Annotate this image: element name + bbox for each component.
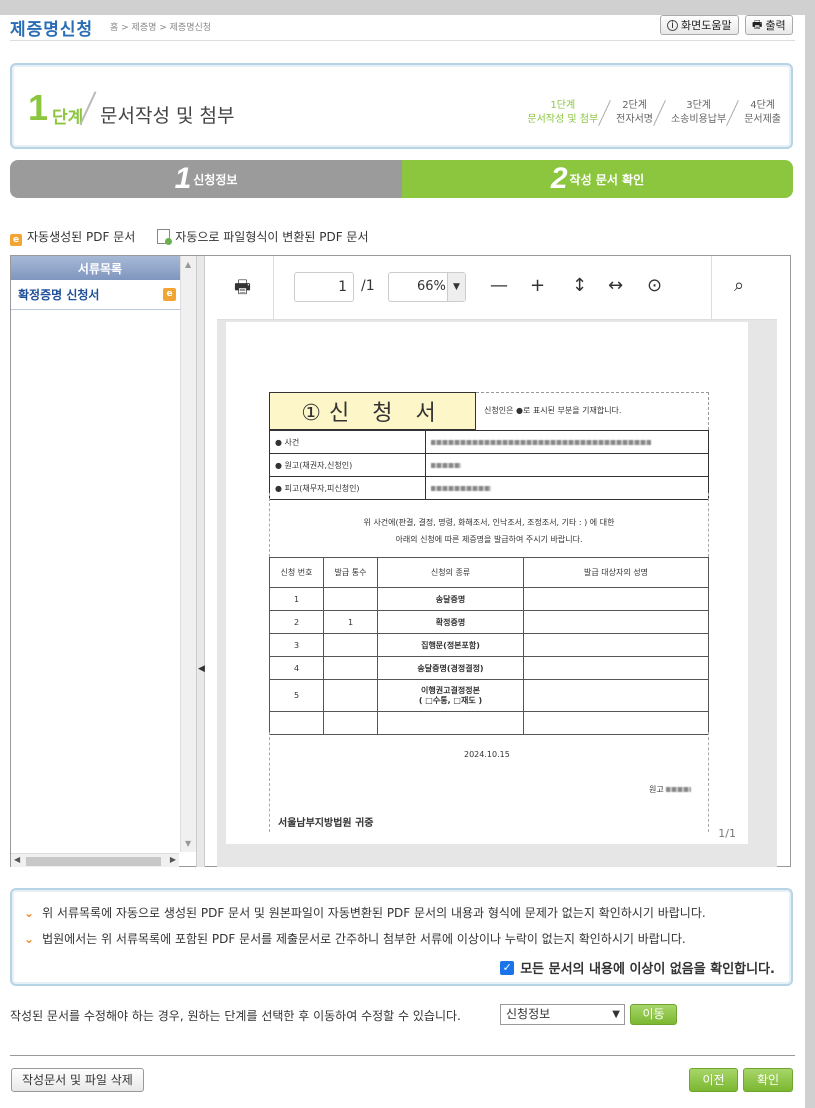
- document-list-hscroll[interactable]: ◀ ▶: [11, 853, 179, 867]
- table-row: 3 집행문(정본포함): [269, 633, 709, 657]
- notice-line-1: 위 서류목록에 자동으로 생성된 PDF 문서 및 원본파일이 자동변환된 PD…: [24, 904, 706, 921]
- page-count: /1: [361, 278, 375, 294]
- help-label: 화면도움말: [681, 19, 732, 32]
- document-viewer: 서류목록 확정증명 신청서 e ▲ ▼ ◀ ▶ ◀ 🖶 1 /1 66% ▼ —…: [10, 255, 791, 867]
- form-paragraph: 위 사건에(판결, 결정, 명령, 화해조서, 인낙조서, 조정조서, 기타 :…: [363, 518, 615, 544]
- panel-splitter[interactable]: ◀: [196, 256, 205, 867]
- step-dan: 단계: [52, 108, 84, 128]
- scroll-down-icon: ▼: [185, 839, 192, 848]
- legend-converted-pdf: 자동으로 파일형식이 변환된 PDF 문서: [157, 228, 369, 246]
- edit-instruction: 작성된 문서를 수정해야 하는 경우, 원하는 단계를 선택한 후 이동하여 수…: [10, 1009, 461, 1023]
- page-number-input[interactable]: 1: [294, 272, 354, 302]
- request-table: 신청 번호 발급 통수 신청의 종류 발급 대상자의 성명 1 송달증명 2 1 확정…: [269, 557, 709, 735]
- form-court: 서울남부지방법원 귀중: [278, 818, 374, 829]
- legend: e 자동생성된 PDF 문서 자동으로 파일형식이 변환된 PDF 문서: [10, 228, 369, 246]
- help-button[interactable]: i 화면도움말: [660, 15, 739, 35]
- delete-button[interactable]: 작성문서 및 파일 삭제: [11, 1068, 144, 1092]
- form-note: 신청인은 ●로 표시된 부분을 기재합니다.: [484, 406, 622, 415]
- confirm-checkbox[interactable]: ✓ 모든 문서의 내용에 이상이 없음을 확인합니다.: [500, 958, 775, 977]
- tab-application-info[interactable]: 1 신청정보: [10, 160, 402, 198]
- scroll-right-icon: ▶: [169, 855, 176, 864]
- print-button[interactable]: 🖶 출력: [745, 15, 793, 35]
- auto-pdf-icon: e: [163, 288, 176, 301]
- notice-line-2: 법원에서는 위 서류목록에 포함된 PDF 문서를 제출문서로 간주하니 첨부한…: [24, 930, 686, 947]
- more-options-icon[interactable]: ⊙: [647, 275, 662, 296]
- scroll-left-icon: ◀: [14, 855, 21, 864]
- form-info-table: ● 사건 ● 원고(채권자,신청인) ● 피고(채무자,피신청인): [269, 430, 709, 500]
- table-row: 5 이행권고결정정본 ( □수통, □재도 ): [269, 679, 709, 712]
- zoom-in-icon[interactable]: +: [530, 275, 545, 296]
- fit-width-icon[interactable]: ↔: [608, 275, 623, 296]
- notice-box: 위 서류목록에 자동으로 생성된 PDF 문서 및 원본파일이 자동변환된 PD…: [10, 888, 793, 986]
- form-title: ①신 청 서: [269, 392, 476, 430]
- pdf-page: ①신 청 서 신청인은 ●로 표시된 부분을 기재합니다. ● 사건 ● 원고(…: [226, 322, 748, 844]
- chevron-down-icon: ▼: [447, 273, 465, 301]
- zoom-select[interactable]: 66% ▼: [388, 272, 466, 302]
- zoom-out-icon[interactable]: —: [490, 275, 508, 296]
- auto-pdf-icon: e: [10, 234, 22, 246]
- collapse-left-icon: ◀: [198, 664, 205, 674]
- step-select[interactable]: 신청정보 ▼: [500, 1004, 625, 1025]
- ok-button[interactable]: 확인: [743, 1068, 793, 1092]
- document-list-header: 서류목록: [11, 256, 189, 280]
- step-3: 3단계 소송비용납부: [663, 99, 726, 127]
- page: 제증명신청 홈 > 제증명 > 제증명신청 i 화면도움말 🖶 출력 1 단계 …: [0, 15, 805, 1108]
- step-1: 1단계 문서작성 및 첨부: [527, 100, 599, 125]
- table-row: 4 송달증명(경정결정): [269, 656, 709, 680]
- tab-document-check[interactable]: 2 작성 문서 확인: [402, 160, 793, 198]
- document-list-vscroll[interactable]: ▲ ▼: [180, 256, 196, 852]
- pdf-toolbar: 🖶 1 /1 66% ▼ — + ↕ ↔ ⊙ ⌕: [217, 256, 777, 320]
- table-row: 2 1 확정증명: [269, 610, 709, 634]
- print-icon[interactable]: 🖶: [234, 275, 251, 305]
- chevron-down-icon: ▼: [612, 1009, 620, 1020]
- document-list: 서류목록 확정증명 신청서 e: [11, 256, 189, 854]
- printer-icon: 🖶: [752, 17, 763, 31]
- document-list-item[interactable]: 확정증명 신청서 e: [11, 280, 180, 310]
- legend-auto-pdf: e 자동생성된 PDF 문서: [10, 228, 135, 246]
- breadcrumb: 홈 > 제증명 > 제증명신청: [110, 23, 212, 33]
- footer-divider: [10, 1055, 795, 1056]
- table-row: 1 송달증명: [269, 587, 709, 611]
- form-plaintiff: 원고: [649, 784, 692, 795]
- prev-button[interactable]: 이전: [689, 1068, 738, 1092]
- fit-height-icon[interactable]: ↕: [572, 275, 587, 296]
- step-list: 1단계 문서작성 및 첨부 2단계 전자서명 3단계 소송비용납부 4단계 문서제출: [519, 99, 781, 127]
- checkbox-checked-icon[interactable]: ✓: [500, 960, 515, 975]
- step-indicator: 1 단계 문서작성 및 첨부 1단계 문서작성 및 첨부 2단계 전자서명 3단계 소…: [10, 63, 793, 149]
- page-title: 제증명신청: [10, 20, 94, 40]
- converted-pdf-icon: [157, 229, 173, 245]
- form-date: 2024.10.15: [464, 750, 510, 759]
- step-name: 문서작성 및 첨부: [100, 105, 235, 127]
- pdf-viewer: 🖶 1 /1 66% ▼ — + ↕ ↔ ⊙ ⌕ ①신 청 서 신청인은 ●로: [217, 256, 777, 867]
- header-divider: [10, 40, 795, 41]
- move-button[interactable]: 이동: [630, 1004, 677, 1025]
- step-2: 2단계 전자서명: [608, 99, 653, 127]
- scroll-up-icon: ▲: [185, 260, 192, 269]
- step-number: 1: [28, 87, 49, 128]
- search-icon[interactable]: ⌕: [734, 275, 744, 296]
- scroll-thumb: [26, 857, 161, 866]
- step-4: 4단계 문서제출: [736, 99, 781, 127]
- page-indicator: 1/1: [718, 827, 736, 840]
- info-icon: i: [667, 19, 678, 31]
- print-label: 출력: [765, 19, 786, 32]
